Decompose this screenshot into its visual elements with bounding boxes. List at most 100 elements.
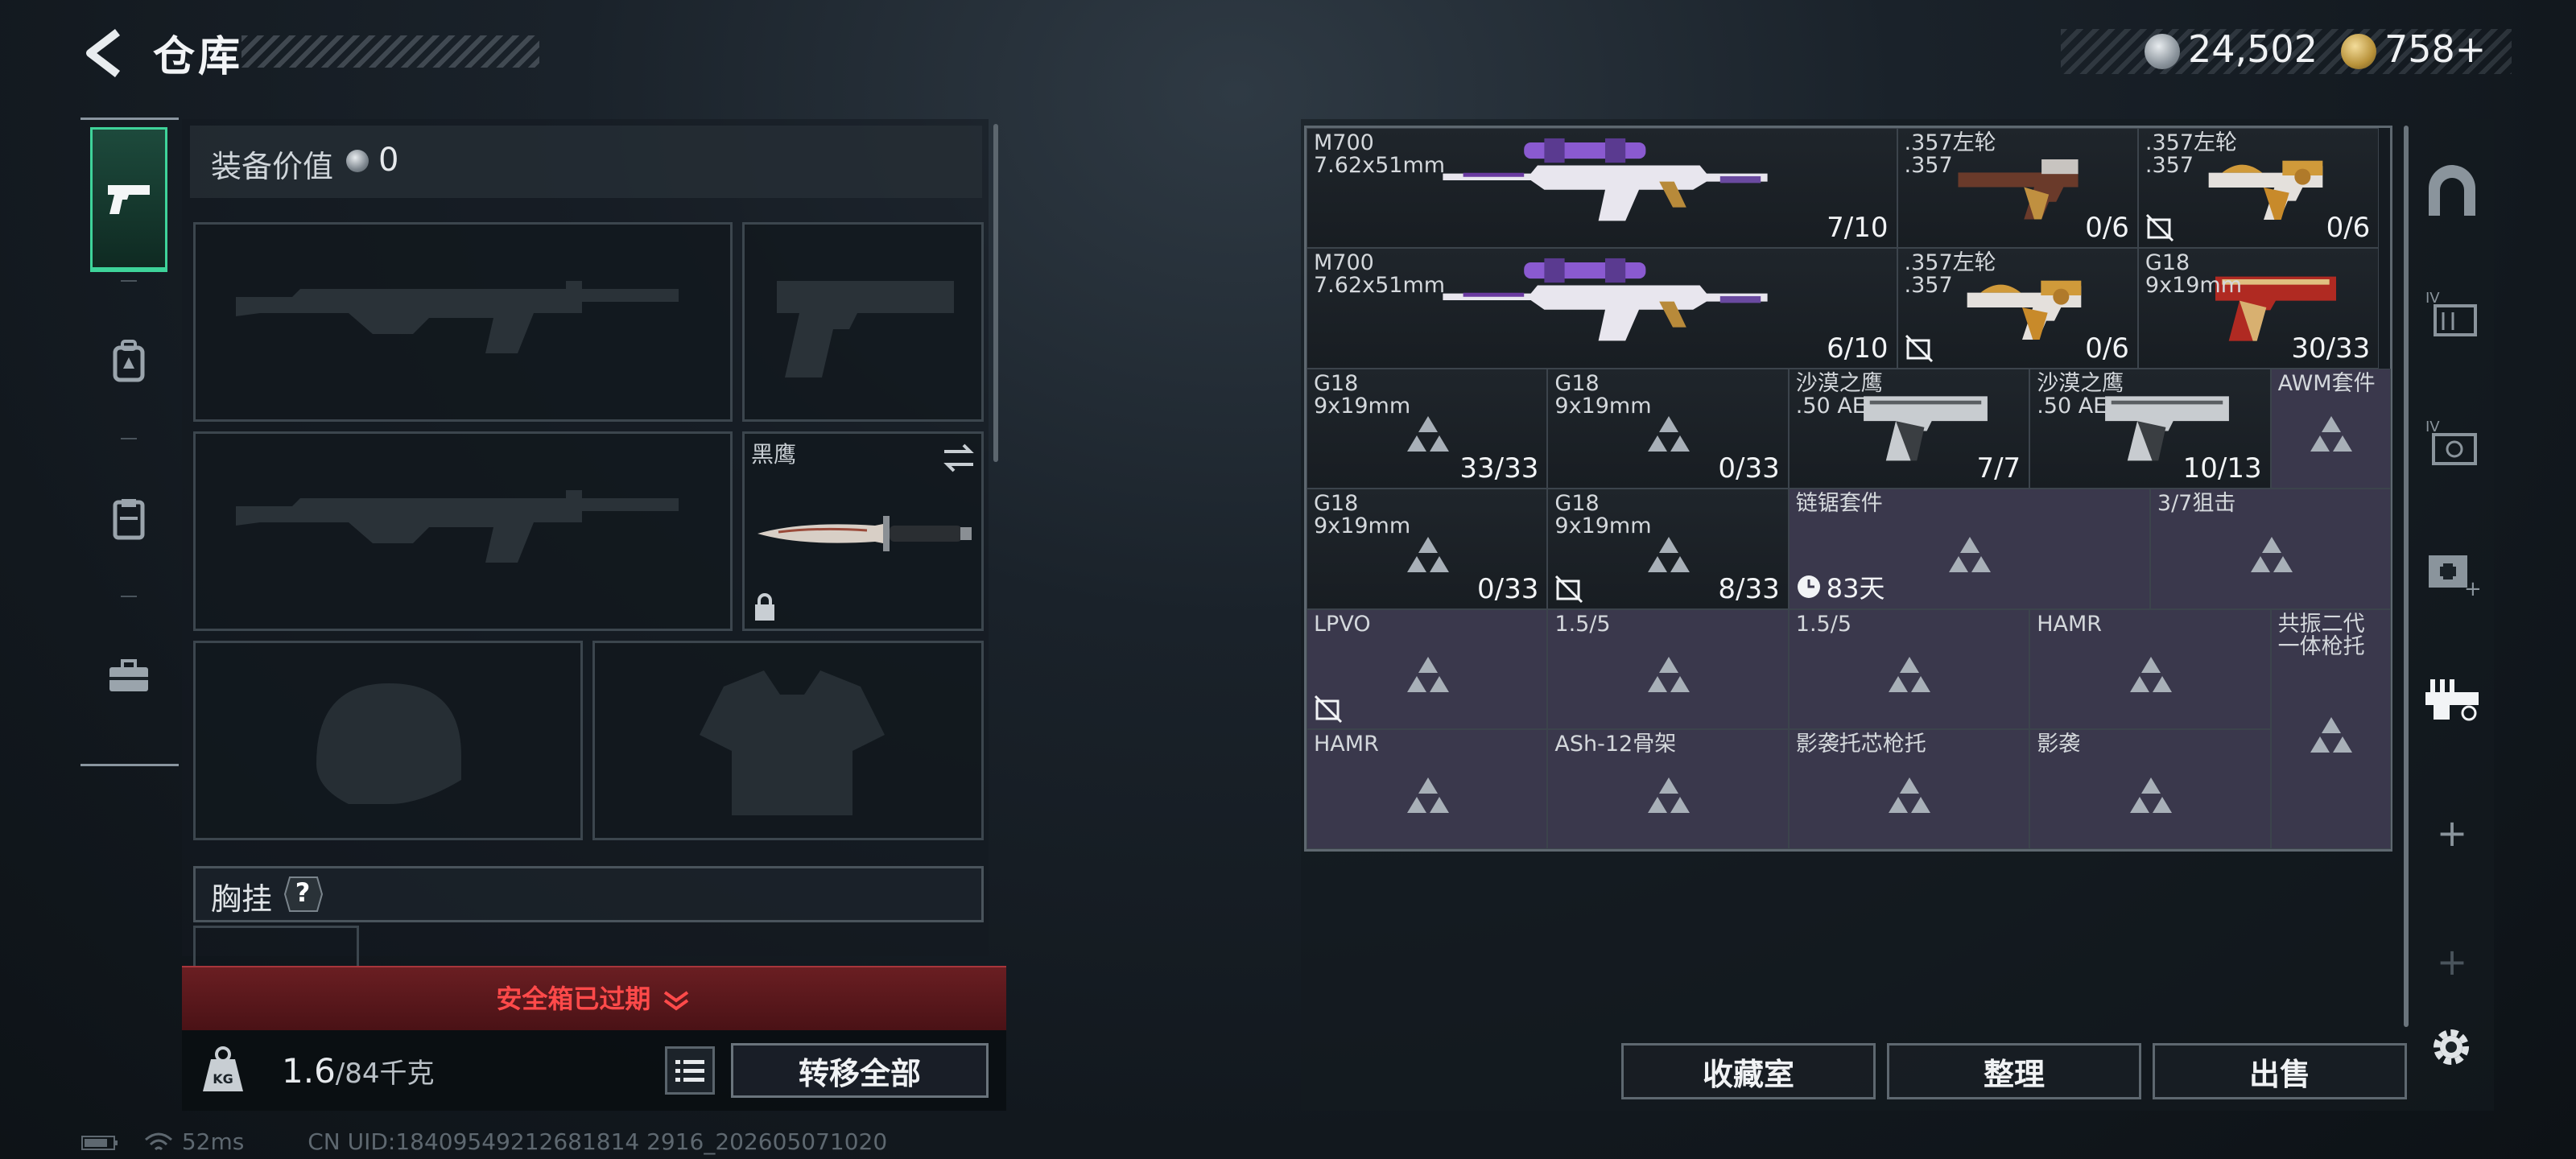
storage-tab-3[interactable]: IV (2420, 406, 2484, 478)
attachment-hamr[interactable]: HAMR (2029, 608, 2271, 729)
tab-weapons[interactable] (90, 127, 167, 272)
sniper-rifle-icon (1443, 138, 1768, 221)
helmet-silhouette-icon (316, 683, 461, 804)
no-trade-icon (1314, 695, 1343, 724)
weapon-g18[interactable]: G18 9x19mm 0/33 (1547, 368, 1789, 489)
attachment-chainsaw-kit[interactable]: 链锯套件 83天 (1788, 489, 2150, 609)
weapon-desert-eagle[interactable]: 沙漠之鹰 .50 AE 10/13 (2029, 368, 2271, 489)
item-name: 1.5/5 (1795, 611, 1852, 637)
melee-slot[interactable]: 黑鹰 (742, 431, 984, 631)
tab-vest[interactable] (90, 446, 167, 591)
tab-case[interactable] (90, 604, 167, 749)
no-trade-icon (1905, 334, 1933, 362)
empty-item-icon (1889, 777, 1931, 813)
weapon-m700[interactable]: M700 7.62x51mm 6/10 (1307, 248, 1897, 369)
attachment-shadow[interactable]: 影袭 (2029, 729, 2271, 850)
svg-text:+: + (2464, 577, 2480, 599)
attachment-lpvo[interactable]: LPVO (1307, 608, 1548, 729)
attachment-1-5-5[interactable]: 1.5/5 (1547, 608, 1789, 729)
item-count: 0/33 (1718, 452, 1780, 485)
attachment-awm-kit[interactable]: AWM套件 (2270, 368, 2392, 489)
wifi-icon (144, 1132, 172, 1151)
item-name: .357左轮 .357 (2145, 130, 2238, 178)
item-name: 链锯套件 (1795, 491, 1883, 517)
swap-icon[interactable] (941, 442, 976, 474)
add-storage-tab-button[interactable]: + (2420, 797, 2484, 869)
loadout-scrollbar[interactable] (993, 124, 998, 462)
secondary-weapon-slot[interactable] (193, 431, 733, 631)
rifle-silhouette-icon (236, 490, 679, 563)
no-trade-badge (2145, 213, 2174, 242)
weapon-desert-eagle[interactable]: 沙漠之鹰 .50 AE 7/7 (1788, 368, 2030, 489)
primary-weapon-slot[interactable] (193, 222, 733, 422)
weapon-g18[interactable]: G18 9x19mm 30/33 (2137, 248, 2380, 369)
item-name: .357左轮 .357 (1904, 130, 1996, 178)
sidearm-slot[interactable] (742, 222, 984, 422)
gear-icon[interactable] (2426, 1022, 2476, 1072)
armor-slot[interactable] (592, 641, 984, 840)
chest-rig-slot[interactable] (193, 926, 359, 966)
sidebar-divider (121, 438, 137, 439)
list-view-button[interactable] (665, 1046, 715, 1095)
status-bar: 52ms CN UID:18409549212681814 2916_20260… (80, 1128, 887, 1155)
equipment-value-label: 装备价值 (211, 149, 334, 184)
empty-item-icon (1949, 536, 1992, 572)
gold-coin-icon (2341, 34, 2376, 69)
attachment-shadow-stock[interactable]: 影袭托芯枪托 (1788, 729, 2030, 850)
collection-room-button[interactable]: 收藏室 (1621, 1043, 1876, 1099)
storage-tab-attachments[interactable] (2420, 660, 2484, 732)
item-count: 0/6 (2085, 332, 2129, 365)
briefcase-icon (109, 659, 148, 691)
weapon-357-revolver[interactable]: .357左轮 .357 0/6 (1897, 248, 2138, 369)
storage-scrollbar[interactable] (2404, 126, 2409, 1027)
storage-tab-1[interactable] (2420, 156, 2484, 229)
transfer-all-button[interactable]: 转移全部 (731, 1043, 989, 1098)
no-trade-badge (1554, 575, 1583, 604)
empty-item-icon (1406, 777, 1449, 813)
sell-button[interactable]: 出售 (2153, 1043, 2407, 1099)
item-name: 影袭托芯枪托 (1795, 732, 1926, 757)
svg-text:IV: IV (2425, 290, 2440, 307)
add-storage-tab-button-disabled[interactable]: + (2420, 926, 2484, 998)
empty-item-icon (1406, 416, 1449, 452)
helmet-slot[interactable] (193, 641, 583, 840)
back-button[interactable] (80, 27, 126, 79)
item-name: .357左轮 .357 (1904, 250, 1996, 299)
help-mark: ? (295, 877, 311, 908)
vest-icon (113, 499, 145, 540)
weapon-357-revolver[interactable]: .357左轮 .357 0/6 (2137, 128, 2380, 249)
pistol-icon (108, 184, 150, 214)
item-name: M700 7.62x51mm (1314, 250, 1446, 299)
ping-text: 52ms (181, 1128, 245, 1155)
weapon-g18[interactable]: G18 9x19mm 0/33 (1307, 489, 1548, 609)
rifle-silhouette-icon (236, 281, 679, 353)
weapon-357-revolver[interactable]: .357左轮 .357 0/6 (1897, 128, 2138, 249)
item-name: ASh-12骨架 (1554, 732, 1677, 757)
title-decoration (242, 35, 539, 68)
empty-item-icon (1406, 536, 1449, 572)
melee-name: 黑鹰 (751, 441, 797, 468)
knife-icon (758, 516, 972, 551)
safe-box-expired-label: 安全箱已过期 (496, 984, 651, 1014)
storage-grid: M700 7.62x51mm 7/10.357左轮 .357 0/6.357左轮 .… (1304, 126, 2392, 852)
attachment-ash12-frame[interactable]: ASh-12骨架 (1547, 729, 1789, 850)
item-name: G18 9x19mm (1314, 491, 1411, 539)
attachment-1-5-5[interactable]: 1.5/5 (1788, 608, 2030, 729)
silver-coin-icon (346, 150, 369, 172)
item-count: 33/33 (1459, 452, 1539, 485)
attachment-3-7-sniper[interactable]: 3/7狙击 (2149, 489, 2392, 609)
storage-tab-4[interactable]: + (2420, 534, 2484, 607)
sort-button[interactable]: 整理 (1887, 1043, 2141, 1099)
attachment-hamr[interactable]: HAMR (1307, 729, 1548, 850)
lock-icon (755, 593, 774, 621)
weapon-g18[interactable]: G18 9x19mm 8/33 (1547, 489, 1789, 609)
no-trade-badge (1314, 695, 1343, 724)
attachment-resonance-stock[interactable]: 共振二代 一体枪托 (2270, 608, 2392, 850)
gold-currency-amount[interactable]: 758+ (2384, 27, 2486, 71)
battery-icon (81, 1136, 118, 1150)
tab-backpack[interactable] (90, 288, 167, 433)
weapon-m700[interactable]: M700 7.62x51mm 7/10 (1307, 128, 1897, 249)
weapon-g18[interactable]: G18 9x19mm 33/33 (1307, 368, 1548, 489)
item-count: 7/7 (1976, 452, 2021, 485)
storage-tab-2[interactable]: IV (2420, 277, 2484, 349)
